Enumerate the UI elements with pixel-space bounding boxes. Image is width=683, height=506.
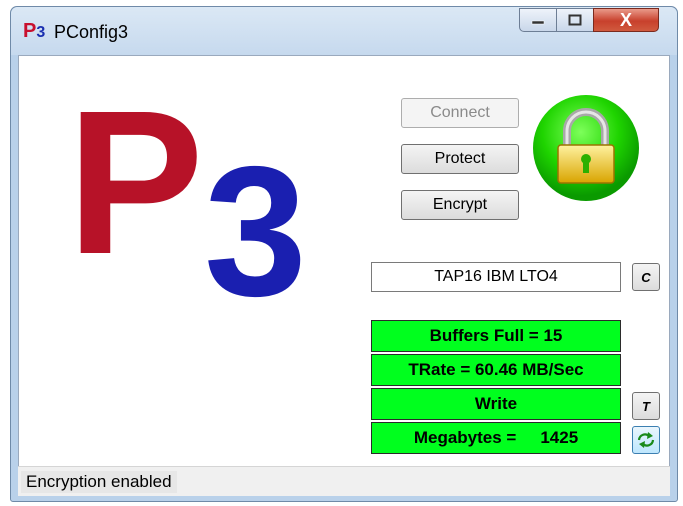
title-bar[interactable]: P3 PConfig3 X — [11, 7, 677, 55]
connect-button[interactable]: Connect — [401, 98, 519, 128]
close-icon: X — [619, 9, 632, 30]
t-button[interactable]: T — [632, 392, 660, 420]
minimize-icon — [531, 20, 545, 25]
app-window: P3 PConfig3 X P 3 Connect Protect Encryp… — [10, 6, 678, 502]
protect-button[interactable]: Protect — [401, 144, 519, 174]
window-title: PConfig3 — [54, 22, 129, 42]
main-panel: P 3 Connect Protect Encrypt TAP16 IBM LT… — [18, 55, 670, 495]
encrypt-button[interactable]: Encrypt — [401, 190, 519, 220]
logo-letter-p: P — [67, 68, 204, 297]
padlock-locked-icon — [533, 95, 639, 201]
maximize-button[interactable] — [556, 8, 594, 32]
transfer-rate-display: TRate = 60.46 MB/Sec — [371, 354, 621, 386]
mode-display: Write — [371, 388, 621, 420]
maximize-icon — [568, 14, 582, 26]
refresh-button[interactable] — [632, 426, 660, 454]
megabytes-value: 1425 — [540, 428, 579, 447]
megabytes-display: Megabytes = 1425 — [371, 422, 621, 454]
status-bar: Encryption enabled — [18, 466, 670, 496]
minimize-button[interactable] — [519, 8, 557, 32]
lock-status-indicator — [531, 93, 641, 203]
buffers-full-display: Buffers Full = 15 — [371, 320, 621, 352]
close-button[interactable]: X — [593, 8, 659, 32]
logo-digit-3: 3 — [204, 129, 307, 335]
device-field[interactable]: TAP16 IBM LTO4 — [371, 262, 621, 292]
refresh-arrows-icon — [637, 432, 655, 448]
clear-device-button[interactable]: C — [632, 263, 660, 291]
megabytes-label: Megabytes = — [413, 428, 517, 447]
app-icon: P3 — [23, 20, 46, 42]
status-text: Encryption enabled — [21, 471, 177, 493]
